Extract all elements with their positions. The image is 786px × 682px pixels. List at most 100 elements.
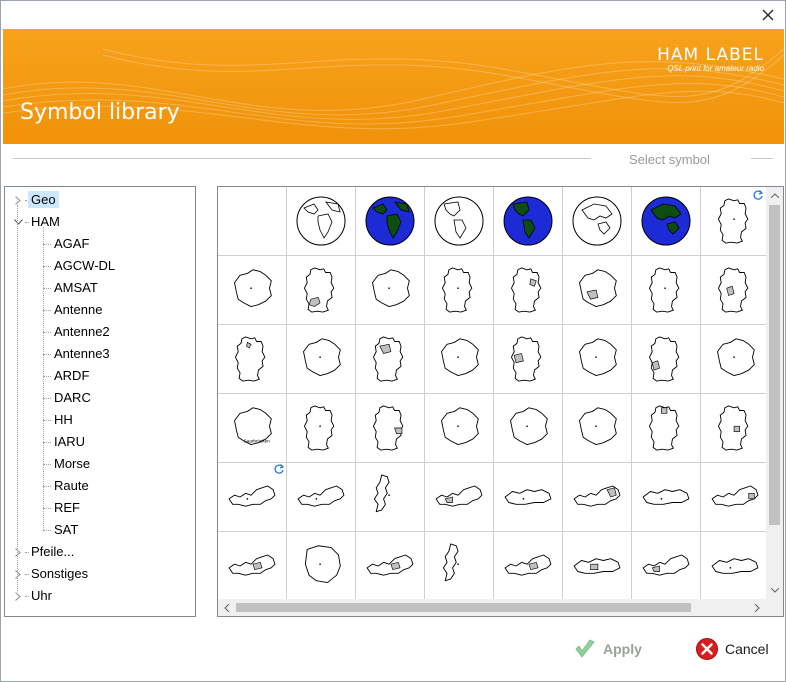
map-austria-tirol-icon [642, 554, 690, 576]
symbol-cell-map-germany-thueringen[interactable] [701, 394, 770, 463]
symbol-cell-map-steiermark[interactable] [563, 532, 632, 601]
symbol-grid[interactable]: Saarbrücken [217, 186, 784, 617]
vertical-scroll-thumb[interactable] [769, 205, 780, 525]
symbol-cell-globe-outline-europe[interactable] [563, 187, 632, 256]
symbol-cell-map-germany-outline[interactable] [632, 256, 701, 325]
tree-item-iaru[interactable]: IARU [5, 431, 195, 453]
symbol-cell-map-brandenburg[interactable] [563, 256, 632, 325]
symbol-cell-globe-blue-americas[interactable] [494, 187, 563, 256]
symbol-cell-map-germany-outline[interactable] [287, 394, 356, 463]
tree-item-amsat[interactable]: AMSAT [5, 277, 195, 299]
symbol-cell-map-sachsen-anhalt[interactable] [425, 394, 494, 463]
symbol-cell-map-germany-bw[interactable] [287, 256, 356, 325]
globe-outline-europe-globe-icon [572, 196, 622, 246]
tree-item-label: Pfeile... [31, 544, 75, 559]
cancel-button[interactable]: Cancel [695, 637, 769, 661]
tree-item-ref[interactable]: REF [5, 497, 195, 519]
symbol-cell-map-austria-burgenland[interactable] [218, 532, 287, 601]
symbol-cell-map-oberoesterreich[interactable] [632, 463, 701, 532]
svg-text:Saarbrücken: Saarbrücken [244, 439, 270, 444]
symbol-cell-map-nordrhein-westfalen[interactable] [563, 325, 632, 394]
symbol-cell-map-germany-nrw[interactable] [494, 325, 563, 394]
map-germany-icon [717, 198, 749, 244]
symbol-cell-globe-outline-americas[interactable] [425, 187, 494, 256]
collapsed-chevron-icon[interactable] [13, 195, 23, 205]
symbol-cell-globe-outline-americas-africa[interactable] [287, 187, 356, 256]
refresh-icon[interactable] [273, 463, 285, 475]
symbol-cell-map-austria-noe[interactable] [563, 463, 632, 532]
symbol-cell-map-germany-sachsen[interactable] [356, 394, 425, 463]
category-tree[interactable]: Geo HAM AGAF AGCW-DL AMSAT Antenne Antenne2 Ant… [4, 186, 196, 617]
scroll-down-icon[interactable] [766, 582, 783, 599]
symbol-cell-map-salzburg-region[interactable] [287, 532, 356, 601]
tree-item-darc[interactable]: DARC [5, 387, 195, 409]
refresh-icon[interactable] [752, 189, 764, 201]
symbol-cell-map-bavaria[interactable] [356, 256, 425, 325]
symbol-cell-globe-blue-europe[interactable] [632, 187, 701, 256]
map-austria-salzburg-icon [366, 554, 414, 576]
symbol-cell-map-germany-berlin[interactable] [494, 256, 563, 325]
symbol-cell-empty[interactable] [218, 187, 287, 256]
symbol-cell-map-germany-hessen[interactable] [701, 256, 770, 325]
tree-item-label: IARU [54, 434, 86, 449]
symbol-cell-map-niederoesterreich[interactable] [494, 463, 563, 532]
tree-item-geo[interactable]: Geo [5, 189, 195, 211]
tree-item-ham[interactable]: HAM [5, 211, 195, 233]
tree-item-antenne2[interactable]: Antenne2 [5, 321, 195, 343]
tree-item-hh[interactable]: HH [5, 409, 195, 431]
symbol-cell-map-tirol[interactable] [701, 532, 770, 601]
symbol-cell-map-austria-salzburg[interactable] [356, 532, 425, 601]
close-button[interactable] [755, 3, 781, 27]
symbol-cell-map-salzburg[interactable] [425, 532, 494, 601]
header-banner: HAM LABEL QSL print for amateur radio Sy… [3, 29, 784, 144]
vertical-scrollbar[interactable] [766, 187, 783, 599]
scroll-right-icon[interactable] [749, 599, 766, 616]
map-austria-burgenland-icon [228, 554, 276, 576]
tree-item-sat[interactable]: SAT [5, 519, 195, 541]
collapsed-chevron-icon[interactable] [13, 547, 23, 557]
tree-item-antenne[interactable]: Antenne [5, 299, 195, 321]
scroll-left-icon[interactable] [218, 599, 235, 616]
symbol-cell-map-niedersachsen[interactable] [425, 325, 494, 394]
symbol-cell-map-austria-steiermark[interactable] [494, 532, 563, 601]
symbol-cell-map-saarland[interactable]: Saarbrücken [218, 394, 287, 463]
tree-item-agaf[interactable]: AGAF [5, 233, 195, 255]
tree-connector [43, 508, 51, 509]
symbol-cell-globe-blue-africa[interactable] [356, 187, 425, 256]
symbol-cell-map-austria-ooe[interactable] [701, 463, 770, 532]
symbol-library-dialog: HAM LABEL QSL print for amateur radio Sy… [0, 0, 786, 682]
symbol-cell-map-austria-kaernten[interactable] [425, 463, 494, 532]
collapsed-chevron-icon[interactable] [13, 591, 23, 601]
symbol-cell-map-austria-outline[interactable] [287, 463, 356, 532]
collapsed-chevron-icon[interactable] [13, 569, 23, 579]
symbol-cell-map-baden-wuerttemberg[interactable] [218, 256, 287, 325]
symbol-cell-map-sachsen[interactable] [494, 394, 563, 463]
brand-logo: HAM LABEL QSL print for amateur radio [657, 45, 764, 73]
scroll-up-icon[interactable] [766, 187, 783, 204]
symbol-cell-map-germany-rlp[interactable] [632, 325, 701, 394]
tree-item-label: Geo [28, 191, 59, 208]
symbol-cell-map-vorarlberg[interactable] [356, 463, 425, 532]
tree-item-antenne3[interactable]: Antenne3 [5, 343, 195, 365]
expanded-chevron-icon[interactable] [13, 217, 23, 227]
tree-item-morse[interactable]: Morse [5, 453, 195, 475]
symbol-cell-map-germany-hamburg[interactable] [218, 325, 287, 394]
symbol-cell-map-germany-outline[interactable] [425, 256, 494, 325]
symbol-cell-map-schleswig-holstein[interactable] [563, 394, 632, 463]
symbol-cell-map-mecklenburg[interactable] [287, 325, 356, 394]
symbol-cell-map-austria-tirol[interactable] [632, 532, 701, 601]
globe-outline-americas-africa-globe-icon [296, 196, 346, 246]
tree-item-sonstiges[interactable]: Sonstiges [5, 563, 195, 585]
apply-button[interactable]: Apply [573, 637, 642, 661]
tree-item-uhr[interactable]: Uhr [5, 585, 195, 607]
map-germany-outline-icon [303, 405, 335, 451]
horizontal-scrollbar[interactable] [218, 599, 766, 616]
symbol-cell-map-germany-nds[interactable] [356, 325, 425, 394]
horizontal-scroll-thumb[interactable] [236, 603, 691, 612]
tree-item-raute[interactable]: Raute [5, 475, 195, 497]
symbol-cell-map-germany-sh[interactable] [632, 394, 701, 463]
tree-item-agcw-dl[interactable]: AGCW-DL [5, 255, 195, 277]
tree-item-ardf[interactable]: ARDF [5, 365, 195, 387]
tree-item-pfeile[interactable]: Pfeile... [5, 541, 195, 563]
symbol-cell-map-rheinland-pfalz[interactable] [701, 325, 770, 394]
